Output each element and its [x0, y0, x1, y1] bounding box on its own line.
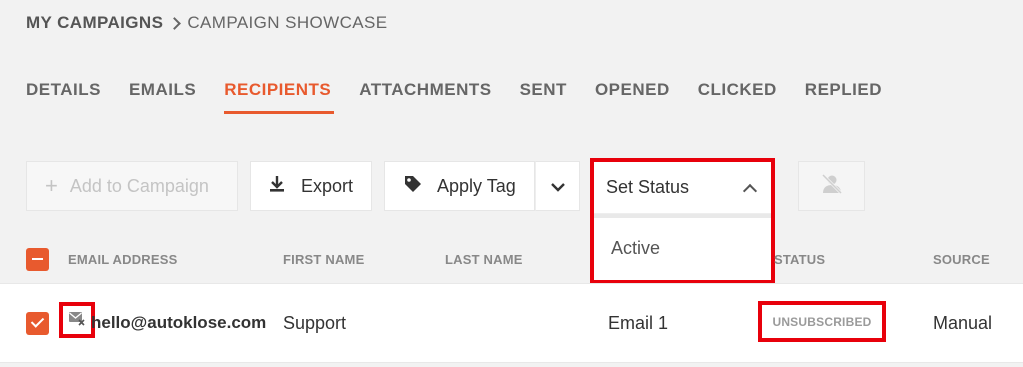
tab-emails[interactable]: EMAILS: [129, 80, 196, 114]
apply-tag-label: Apply Tag: [437, 175, 516, 196]
remove-user-button[interactable]: [798, 161, 865, 211]
apply-tag-button[interactable]: Apply Tag: [384, 161, 535, 211]
header-last-name[interactable]: LAST NAME: [445, 252, 523, 267]
tab-clicked[interactable]: CLICKED: [698, 80, 777, 114]
set-status-label: Set Status: [606, 177, 690, 197]
select-all-checkbox[interactable]: [26, 248, 49, 271]
user-remove-icon: [820, 173, 844, 200]
header-first-name[interactable]: FIRST NAME: [283, 252, 364, 267]
mail-unsubscribed-icon: [68, 310, 86, 331]
export-label: Export: [301, 175, 354, 196]
recipient-first-name: Support: [283, 313, 347, 333]
breadcrumb-root-link[interactable]: MY CAMPAIGNS: [26, 13, 163, 33]
status-badge: UNSUBSCRIBED: [772, 314, 872, 329]
chevron-right-icon: [163, 12, 187, 34]
add-to-campaign-button[interactable]: + Add to Campaign: [26, 161, 238, 211]
unsubscribed-mail-indicator: [59, 302, 95, 338]
tab-attachments[interactable]: ATTACHMENTS: [359, 80, 491, 114]
export-button[interactable]: Export: [250, 161, 372, 211]
apply-tag-dropdown-button[interactable]: [535, 161, 580, 211]
recipient-email[interactable]: hello@autoklose.com: [91, 312, 266, 334]
tab-recipients[interactable]: RECIPIENTS: [224, 80, 335, 114]
plus-icon: +: [45, 173, 58, 198]
tab-bar: DETAILS EMAILS RECIPIENTS ATTACHMENTS SE…: [26, 80, 910, 114]
download-icon: [267, 174, 287, 199]
header-email-address[interactable]: EMAIL ADDRESS: [68, 252, 178, 267]
add-to-campaign-label: Add to Campaign: [69, 175, 209, 196]
chevron-down-icon: [550, 176, 566, 197]
header-status[interactable]: STATUS: [774, 252, 825, 267]
status-option-active[interactable]: Active: [594, 218, 771, 278]
recipient-email-step: Email 1: [608, 313, 669, 333]
header-source[interactable]: SOURCE: [933, 252, 990, 267]
tab-opened[interactable]: OPENED: [595, 80, 670, 114]
tab-sent[interactable]: SENT: [520, 80, 567, 114]
breadcrumb: MY CAMPAIGNS CAMPAIGN SHOWCASE: [26, 12, 387, 34]
status-badge-highlight: UNSUBSCRIBED: [758, 301, 886, 342]
tag-icon: [403, 174, 423, 199]
breadcrumb-current: CAMPAIGN SHOWCASE: [187, 13, 388, 32]
tab-replied[interactable]: REPLIED: [805, 80, 882, 114]
row-checkbox[interactable]: [26, 312, 49, 335]
set-status-dropdown: Set Status Active: [590, 158, 775, 284]
recipient-source: Manual: [933, 313, 993, 333]
set-status-button[interactable]: Set Status: [594, 162, 771, 214]
tab-details[interactable]: DETAILS: [26, 80, 101, 114]
chevron-up-icon: [742, 183, 758, 198]
